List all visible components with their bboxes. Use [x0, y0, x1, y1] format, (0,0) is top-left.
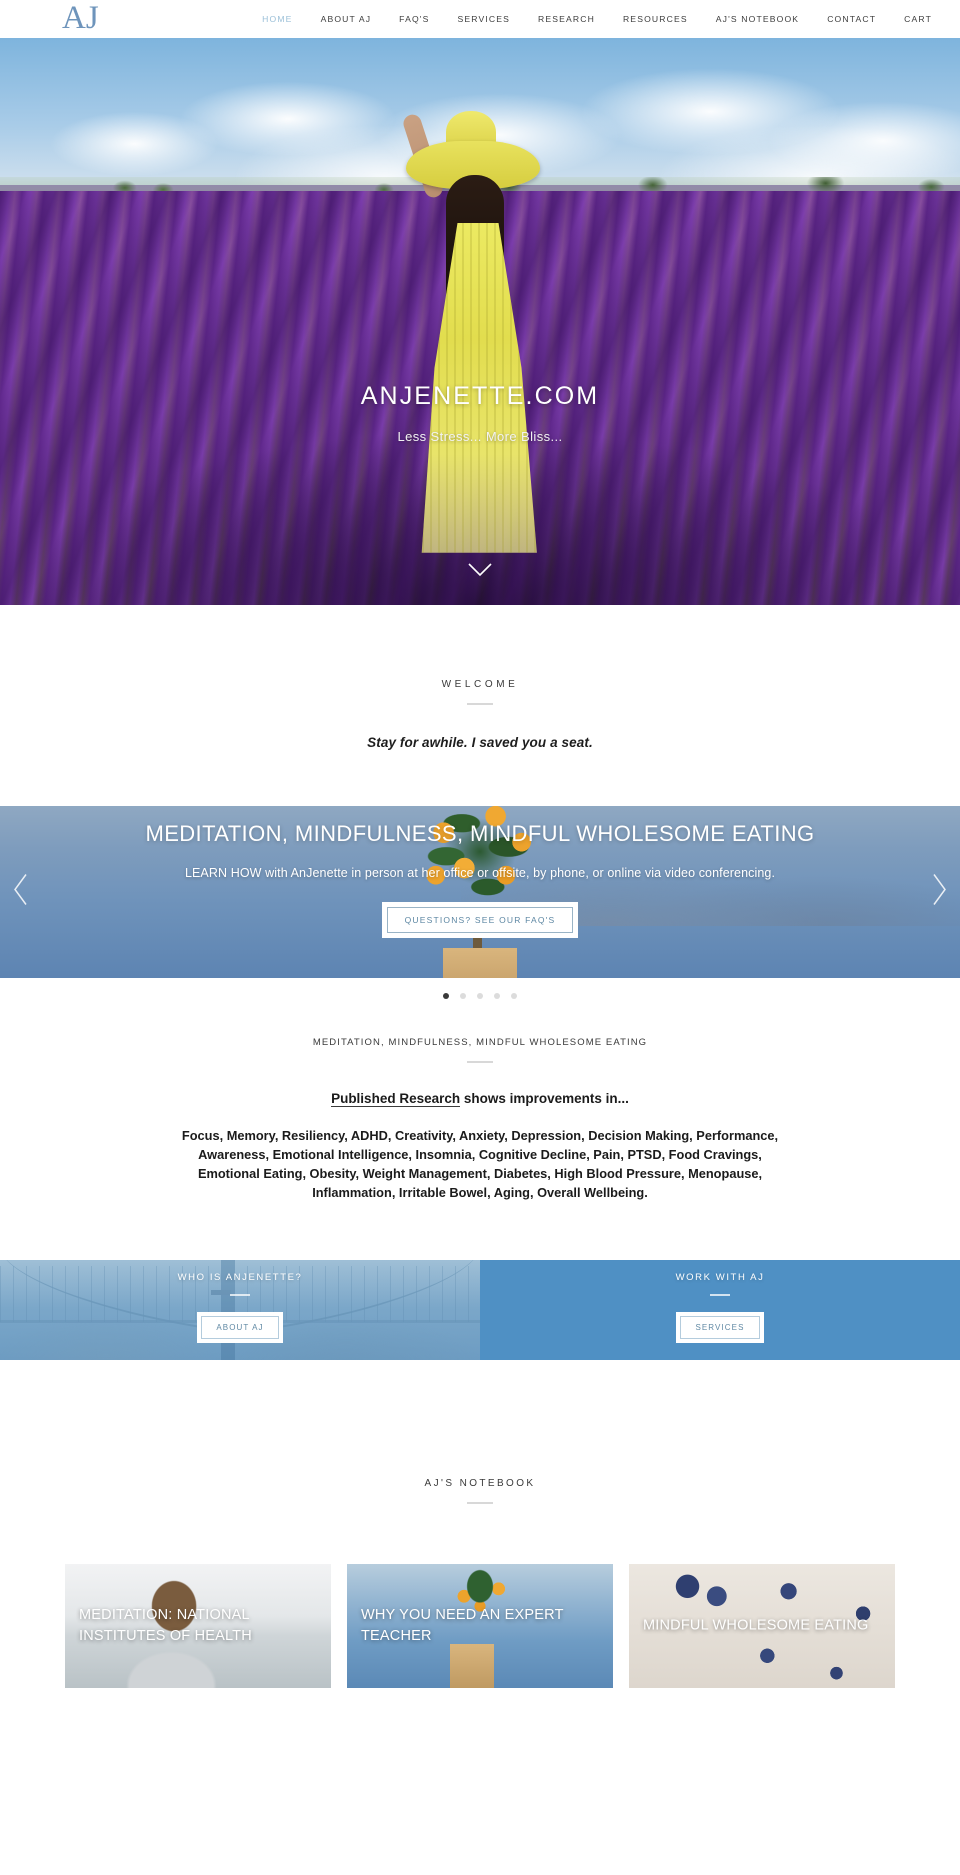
card-title: WHY YOU NEED AN EXPERT TEACHER — [361, 1607, 564, 1644]
nav-item-home[interactable]: HOME — [248, 0, 306, 38]
notebook-card[interactable]: WHY YOU NEED AN EXPERT TEACHER — [347, 1564, 613, 1688]
panel-divider-left — [230, 1294, 250, 1296]
hero-subtitle: Less Stress... More Bliss... — [397, 429, 563, 444]
research-lead-rest: shows improvements in... — [460, 1091, 629, 1106]
research-lead: Published Research shows improvements in… — [0, 1091, 960, 1107]
card-title: MEDITATION: NATIONAL INSTITUTES OF HEALT… — [79, 1607, 252, 1644]
about-aj-button-label: ABOUT AJ — [201, 1316, 279, 1339]
nav-item-faqs[interactable]: FAQ'S — [385, 0, 443, 38]
cta-panels: WHO IS ANJENETTE? ABOUT AJ WORK WITH AJ … — [0, 1260, 960, 1360]
panel-divider-right — [710, 1294, 730, 1296]
hero-woman-figure — [390, 95, 570, 575]
carousel-dot-3[interactable] — [477, 993, 483, 999]
hero-banner: ANJENETTE.COM Less Stress... More Bliss.… — [0, 38, 960, 605]
carousel-dot-4[interactable] — [494, 993, 500, 999]
notebook-section: AJ'S NOTEBOOK MEDITATION: NATIONAL INSTI… — [0, 1360, 960, 1688]
card-title: MINDFUL WHOLESOME EATING — [643, 1617, 869, 1634]
nav-item-services[interactable]: SERVICES — [443, 0, 524, 38]
carousel-subtitle: LEARN HOW with AnJenette in person at he… — [184, 866, 776, 880]
carousel-dot-5[interactable] — [511, 993, 517, 999]
promo-carousel: MEDITATION, MINDFULNESS, MINDFUL WHOLESO… — [0, 806, 960, 978]
welcome-section: WELCOME Stay for awhile. I saved you a s… — [0, 605, 960, 806]
carousel-faq-button[interactable]: QUESTIONS? SEE OUR FAQ'S — [381, 902, 579, 938]
main-navigation: HOME ABOUT AJ FAQ'S SERVICES RESEARCH RE… — [248, 0, 960, 38]
nav-item-ajs-notebook[interactable]: AJ'S NOTEBOOK — [702, 0, 813, 38]
research-benefits-list: Focus, Memory, Resiliency, ADHD, Creativ… — [181, 1128, 779, 1200]
bridge-tower-crossbar-upper — [211, 1290, 232, 1295]
welcome-tagline: Stay for awhile. I saved you a seat. — [367, 735, 593, 750]
chevron-left-icon[interactable] — [12, 873, 30, 912]
nav-item-about-aj[interactable]: ABOUT AJ — [307, 0, 386, 38]
nav-item-contact[interactable]: CONTACT — [813, 0, 890, 38]
notebook-card[interactable]: MINDFUL WHOLESOME EATING — [629, 1564, 895, 1688]
section-divider — [467, 703, 493, 705]
panel-title-left: WHO IS ANJENETTE? — [177, 1272, 303, 1283]
hero-text-block: ANJENETTE.COM Less Stress... More Bliss.… — [0, 382, 960, 444]
site-logo[interactable]: AJ — [62, 0, 99, 37]
nav-item-resources[interactable]: RESOURCES — [609, 0, 702, 38]
panel-who-is-anjenette[interactable]: WHO IS ANJENETTE? ABOUT AJ — [0, 1260, 480, 1360]
chevron-right-icon[interactable] — [930, 873, 948, 912]
research-eyebrow: MEDITATION, MINDFULNESS, MINDFUL WHOLESO… — [312, 1037, 648, 1048]
hero-title: ANJENETTE.COM — [360, 382, 600, 410]
services-button-label: SERVICES — [680, 1316, 760, 1339]
section-divider — [467, 1061, 493, 1063]
panel-work-with-aj[interactable]: WORK WITH AJ SERVICES — [480, 1260, 960, 1360]
carousel-dot-1[interactable] — [443, 993, 449, 999]
nav-item-research[interactable]: RESEARCH — [524, 0, 609, 38]
carousel-dot-2[interactable] — [460, 993, 466, 999]
carousel-slide-content: MEDITATION, MINDFULNESS, MINDFUL WHOLESO… — [0, 806, 960, 978]
chevron-down-icon[interactable] — [467, 562, 493, 583]
panel-title-right: WORK WITH AJ — [675, 1272, 765, 1283]
notebook-eyebrow: AJ'S NOTEBOOK — [424, 1478, 536, 1489]
nav-item-cart[interactable]: CART — [890, 0, 946, 38]
carousel-title: MEDITATION, MINDFULNESS, MINDFUL WHOLESO… — [145, 821, 815, 846]
research-section: MEDITATION, MINDFULNESS, MINDFUL WHOLESO… — [0, 999, 960, 1260]
services-button[interactable]: SERVICES — [676, 1312, 764, 1343]
carousel-pagination — [0, 978, 960, 999]
notebook-card-grid: MEDITATION: NATIONAL INSTITUTES OF HEALT… — [0, 1504, 960, 1688]
site-header: AJ HOME ABOUT AJ FAQ'S SERVICES RESEARCH… — [0, 0, 960, 38]
welcome-eyebrow: WELCOME — [441, 679, 519, 690]
about-aj-button[interactable]: ABOUT AJ — [197, 1312, 283, 1343]
research-lead-link[interactable]: Published Research — [331, 1091, 461, 1107]
notebook-card[interactable]: MEDITATION: NATIONAL INSTITUTES OF HEALT… — [65, 1564, 331, 1688]
carousel-faq-button-label: QUESTIONS? SEE OUR FAQ'S — [386, 907, 574, 933]
